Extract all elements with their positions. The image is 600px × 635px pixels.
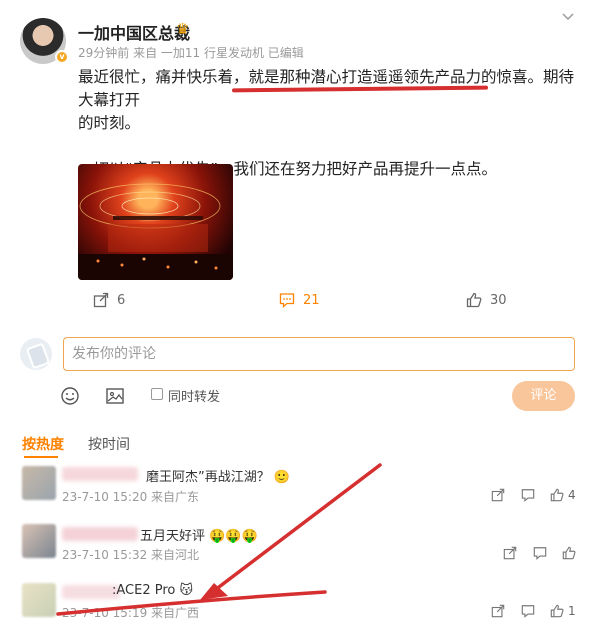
repost-button[interactable]: 6 xyxy=(93,292,125,308)
comment-input[interactable] xyxy=(63,337,575,371)
my-avatar[interactable] xyxy=(20,338,52,370)
comment-meta: 23-7-10 15:20 来自广东 xyxy=(62,490,200,504)
emoji-icon[interactable] xyxy=(60,386,80,406)
thumbs-up-icon[interactable] xyxy=(550,488,564,502)
comment-icon[interactable] xyxy=(521,488,535,502)
thumbs-up-icon xyxy=(466,292,482,308)
comment-icon[interactable] xyxy=(533,546,547,560)
comment-like-count: 1 xyxy=(568,604,576,618)
comment-avatar[interactable] xyxy=(22,583,56,617)
share-icon xyxy=(93,292,109,308)
comment-avatar[interactable] xyxy=(22,466,56,500)
emoji: 😽 xyxy=(179,583,194,598)
comment-meta: 23-7-10 15:19 来自广西 xyxy=(62,606,200,620)
share-icon[interactable] xyxy=(503,546,517,560)
comment-button[interactable]: 21 xyxy=(279,292,320,308)
active-tab-indicator xyxy=(24,456,58,458)
emoji: 🙂 xyxy=(273,470,291,485)
comment-text: 五月天好评 🤑🤑🤑 xyxy=(140,529,258,544)
repost-count: 6 xyxy=(117,292,126,308)
like-count: 30 xyxy=(490,292,507,308)
repost-checkbox[interactable] xyxy=(151,388,163,400)
submit-comment-button[interactable]: 评论 xyxy=(512,381,575,411)
comment-icon[interactable] xyxy=(521,604,535,618)
tab-sort-by-hot[interactable]: 按热度 xyxy=(22,434,64,454)
author-name[interactable]: 一加中国区总裁 xyxy=(78,20,190,44)
image-icon[interactable] xyxy=(105,386,125,406)
share-icon[interactable] xyxy=(491,488,505,502)
tab-sort-by-time[interactable]: 按时间 xyxy=(88,434,130,454)
comment-text: :ACE2 Pro 😽 xyxy=(112,583,194,598)
phone-avatar-image xyxy=(26,343,50,369)
post-image[interactable] xyxy=(78,164,233,280)
blurred-username xyxy=(62,527,138,541)
post-meta: 29分钟前 来自 一加11 行星发动机 已编辑 xyxy=(78,46,304,60)
comment-avatar[interactable] xyxy=(22,524,56,558)
comment-icon xyxy=(279,293,295,308)
comment-like-count: 4 xyxy=(568,488,576,502)
comment-text: 磨王阿杰”再战江湖？ 🙂 xyxy=(146,470,291,485)
post-line-2: 的时刻。 xyxy=(78,114,141,132)
crown-icon: ♛ xyxy=(176,20,190,38)
repost-checkbox-label[interactable]: 同时转发 xyxy=(168,386,220,405)
emoji: 🤑🤑🤑 xyxy=(209,529,258,544)
chevron-down-icon[interactable] xyxy=(561,10,575,24)
blurred-username xyxy=(62,467,138,481)
thumbs-up-icon[interactable] xyxy=(562,546,576,560)
thumbs-up-icon[interactable] xyxy=(550,604,564,618)
verified-badge-icon: v xyxy=(55,50,69,64)
comment-meta: 23-7-10 15:32 来自河北 xyxy=(62,548,200,562)
share-icon[interactable] xyxy=(491,604,505,618)
comment-count: 21 xyxy=(303,292,320,308)
like-button[interactable]: 30 xyxy=(466,292,507,308)
concert-scene xyxy=(78,183,233,280)
